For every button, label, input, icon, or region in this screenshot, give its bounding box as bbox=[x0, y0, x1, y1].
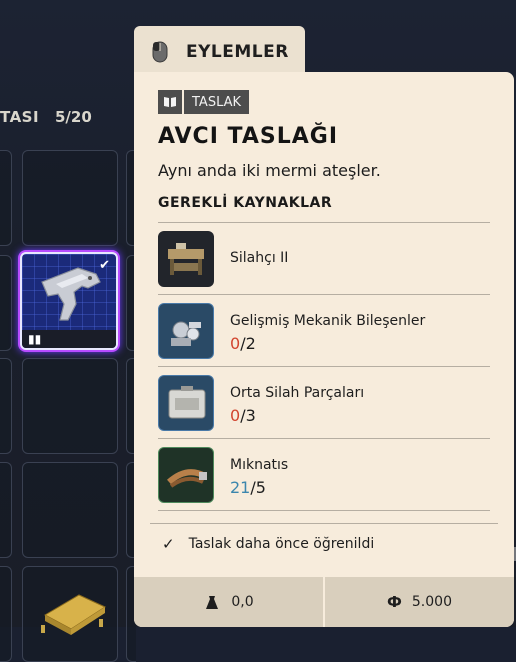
value-cell: Ф 5.000 bbox=[325, 577, 514, 627]
stash-slot[interactable] bbox=[0, 566, 12, 662]
magnet-icon bbox=[158, 447, 214, 503]
item-description: Aynı anda iki mermi ateşler. bbox=[158, 161, 381, 180]
requirement-row[interactable]: Mıknatıs 21/5 bbox=[158, 439, 490, 511]
learned-status: ✓ Taslak daha önce öğrenildi bbox=[162, 535, 374, 553]
actions-tab[interactable]: EYLEMLER bbox=[134, 26, 305, 78]
mouse-icon bbox=[152, 41, 168, 63]
learned-text: Taslak daha önce öğrenildi bbox=[188, 536, 375, 552]
divider bbox=[150, 523, 498, 524]
selected-blueprint-slot[interactable]: ✔ ▮▮ bbox=[20, 252, 118, 350]
weight-cell: 0,0 bbox=[134, 577, 325, 627]
weight-value: 0,0 bbox=[231, 594, 254, 610]
stash-title: TASI bbox=[0, 108, 40, 126]
item-type-label: TASLAK bbox=[184, 90, 250, 114]
stash-slot[interactable] bbox=[22, 566, 118, 662]
requirements-header: GEREKLİ KAYNAKLAR bbox=[158, 195, 333, 211]
weapon-icon bbox=[41, 267, 101, 321]
requirement-quantity: 0/3 bbox=[230, 406, 256, 425]
check-icon: ✔ bbox=[99, 258, 110, 273]
requirement-name: Silahçı II bbox=[230, 250, 289, 266]
requirement-name: Orta Silah Parçaları bbox=[230, 385, 365, 401]
book-icon: ▮▮ bbox=[22, 330, 116, 348]
requirement-name: Gelişmiş Mekanik Bileşenler bbox=[230, 313, 426, 329]
requirement-quantity: 0/2 bbox=[230, 334, 256, 353]
requirement-row[interactable]: Orta Silah Parçaları 0/3 bbox=[158, 367, 490, 439]
mechanical-parts-icon bbox=[158, 303, 214, 359]
stash-slot[interactable] bbox=[0, 462, 12, 558]
item-title: AVCI TASLAĞI bbox=[158, 124, 339, 149]
stash-slot[interactable] bbox=[0, 255, 12, 351]
item-type-tag: TASLAK bbox=[158, 90, 250, 114]
stash-slot[interactable] bbox=[22, 462, 118, 558]
check-icon: ✓ bbox=[162, 535, 175, 553]
book-icon bbox=[158, 90, 182, 114]
requirement-name: Mıknatıs bbox=[230, 457, 289, 473]
ammo-box-icon bbox=[41, 594, 107, 635]
stash-slot[interactable] bbox=[0, 358, 12, 454]
weight-icon bbox=[206, 596, 219, 609]
requirement-quantity: 21/5 bbox=[230, 478, 266, 497]
item-footer: 0,0 Ф 5.000 bbox=[134, 577, 514, 627]
stash-slot[interactable] bbox=[22, 358, 118, 454]
item-detail-panel: TASLAK AVCI TASLAĞI Aynı anda iki mermi … bbox=[134, 72, 514, 627]
requirement-row[interactable]: Silahçı II bbox=[158, 223, 490, 295]
weapon-parts-case-icon bbox=[158, 375, 214, 431]
item-value: 5.000 bbox=[411, 594, 452, 610]
stash-slot[interactable] bbox=[22, 150, 118, 246]
actions-label: EYLEMLER bbox=[186, 42, 289, 62]
divider bbox=[158, 510, 490, 511]
requirement-row[interactable]: Gelişmiş Mekanik Bileşenler 0/2 bbox=[158, 295, 490, 367]
stash-slot[interactable] bbox=[0, 150, 12, 246]
stash-count: 5/20 bbox=[55, 108, 92, 126]
coin-icon: Ф bbox=[387, 593, 402, 611]
workbench-icon bbox=[158, 231, 214, 287]
